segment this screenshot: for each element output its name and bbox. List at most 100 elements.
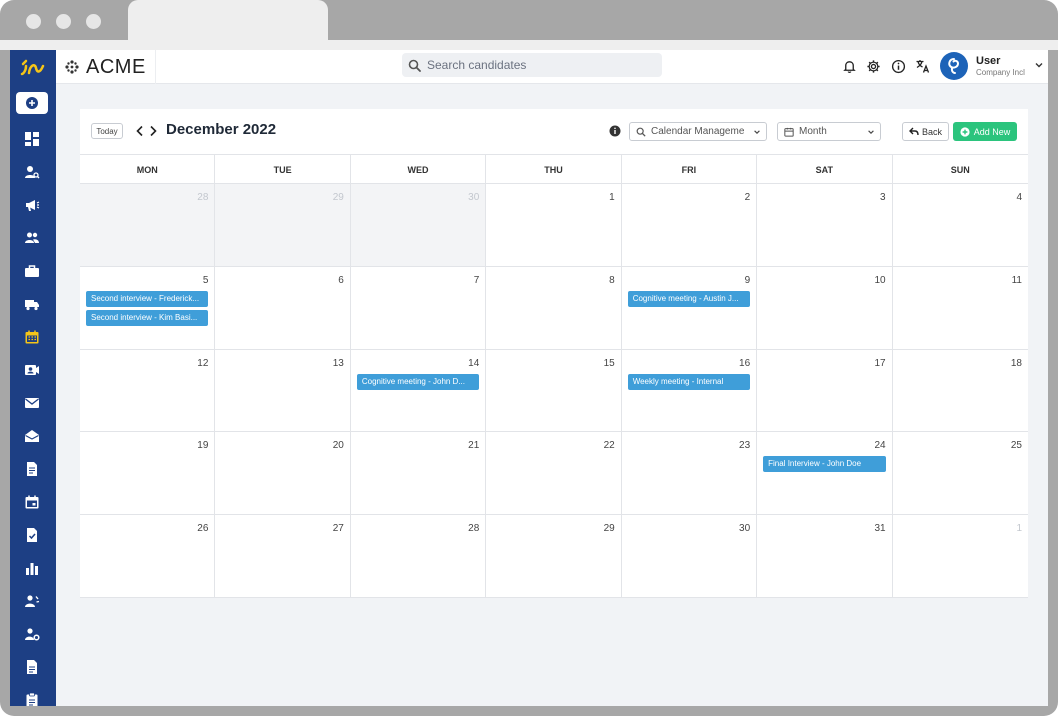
day-cell[interactable]: 12 (80, 349, 216, 433)
sidebar-item-team[interactable] (23, 592, 41, 610)
day-cell[interactable]: 25 (892, 432, 1028, 516)
settings-button[interactable] (864, 57, 882, 75)
notification-button[interactable] (840, 57, 858, 75)
sidebar-item-file[interactable] (23, 658, 41, 676)
today-button[interactable]: Today (91, 123, 123, 139)
weekday-sat: SAT (757, 155, 893, 184)
day-cell[interactable]: 5 Second interview - Frederick... Second i… (80, 266, 216, 350)
brand-logo-icon (65, 60, 79, 74)
help-button[interactable] (889, 57, 907, 75)
sidebar-item-mail[interactable] (23, 394, 41, 412)
day-cell[interactable]: 3 (757, 184, 893, 267)
day-cell[interactable]: 8 (486, 266, 622, 350)
back-button[interactable]: Back (902, 122, 949, 141)
brand-name: ACME (86, 55, 146, 78)
day-cell[interactable]: 1 (486, 184, 622, 267)
day-cell[interactable]: 6 (215, 266, 351, 350)
calendar-event[interactable]: Second interview - Frederick... (86, 290, 209, 307)
day-cell[interactable]: 16 Weekly meeting - Internal (621, 349, 758, 433)
calendar-select[interactable]: Calendar Manageme (629, 122, 767, 141)
day-cell[interactable]: 30 (350, 184, 487, 267)
weekday-sun: SUN (950, 164, 970, 175)
sidebar-item-clipboard[interactable] (23, 691, 41, 706)
sidebar-item-briefcase[interactable] (23, 262, 41, 280)
sidebar-item-campaign[interactable] (23, 196, 41, 214)
sidebar-item-checklist[interactable] (23, 526, 41, 544)
day-cell[interactable]: 29 (215, 184, 351, 267)
day-cell[interactable]: 14 Cognitive meeting - John D... (350, 349, 487, 433)
day-cell[interactable]: 9 Cognitive meeting - Austin J... (621, 266, 758, 350)
sidebar-item-open-mail[interactable] (23, 427, 41, 445)
search-icon (408, 59, 421, 72)
calendar-event[interactable]: Cognitive meeting - Austin J... (627, 290, 751, 307)
briefcase-icon (25, 265, 39, 277)
window-close-dot[interactable] (26, 14, 41, 29)
day-cell[interactable]: 24 Final Interview - John Doe (757, 432, 893, 516)
user-company: Company Incl (976, 68, 1025, 77)
user-settings-icon (25, 628, 40, 641)
sidebar-item-dashboard[interactable] (23, 130, 41, 148)
window-maximize-dot[interactable] (86, 14, 101, 29)
day-cell[interactable]: 7 (350, 266, 487, 350)
day-cell[interactable]: 13 (215, 349, 351, 433)
day-cell[interactable]: 19 (80, 432, 216, 516)
day-cell[interactable]: 23 (621, 432, 758, 516)
search-icon (636, 127, 646, 137)
view-select[interactable]: Month (777, 122, 881, 141)
day-number: 9 (744, 274, 751, 286)
sidebar-item-calendar[interactable] (23, 328, 41, 346)
day-cell[interactable]: 28 (80, 184, 216, 267)
calendar-event[interactable]: Cognitive meeting - John D... (356, 373, 480, 390)
avatar[interactable] (940, 52, 968, 80)
day-number: 1 (1016, 523, 1022, 535)
day-cell[interactable]: 22 (486, 432, 622, 516)
day-cell[interactable]: 18 (892, 350, 1028, 433)
sidebar-item-candidate-search[interactable] (23, 163, 41, 181)
day-cell[interactable]: 29 (486, 515, 622, 598)
day-cell[interactable]: 21 (350, 432, 487, 516)
sidebar-item-chart[interactable] (23, 559, 41, 577)
window-minimize-dot[interactable] (56, 14, 71, 29)
sidebar-item-contact-card[interactable] (23, 361, 41, 379)
search-input[interactable] (427, 58, 647, 72)
day-cell[interactable]: 1 (892, 515, 1028, 598)
user-name[interactable]: User (976, 55, 1000, 67)
day-number: 25 (1010, 440, 1022, 452)
search-box[interactable] (402, 53, 662, 77)
day-cell[interactable]: 11 (892, 267, 1028, 350)
day-cell[interactable]: 15 (486, 349, 622, 433)
sidebar-item-people[interactable] (23, 229, 41, 247)
sidebar-item-user-settings[interactable] (23, 625, 41, 643)
day-cell[interactable]: 26 (80, 515, 216, 598)
day-cell[interactable]: 27 (215, 515, 351, 598)
day-number: 16 (739, 357, 751, 369)
sidebar-item-event[interactable] (23, 493, 41, 511)
sidebar-item-document[interactable] (23, 460, 41, 478)
people-icon (25, 232, 39, 243)
chevron-down-icon[interactable] (1034, 60, 1044, 70)
day-cell[interactable]: 28 (350, 515, 487, 598)
back-button-label: Back (921, 126, 942, 137)
calendar-event[interactable]: Weekly meeting - Internal (627, 373, 751, 390)
day-cell[interactable]: 20 (215, 432, 351, 516)
browser-tab[interactable] (128, 0, 328, 42)
day-cell[interactable]: 30 (621, 515, 758, 598)
calendar-event[interactable]: Final Interview - John Doe (763, 456, 886, 473)
day-cell[interactable]: 4 (892, 184, 1028, 267)
prev-month-button[interactable] (133, 123, 147, 139)
next-month-button[interactable] (146, 123, 160, 139)
add-new-button[interactable]: Add New (953, 122, 1017, 141)
day-events: Final Interview - John Doe (763, 456, 886, 473)
day-cell[interactable]: 2 (621, 184, 758, 267)
day-cell[interactable]: 10 (757, 266, 893, 350)
add-button[interactable] (16, 92, 48, 114)
calendar-event[interactable]: Second interview - Kim Basi... (86, 309, 209, 326)
day-number: 30 (739, 523, 751, 535)
sidebar-item-truck[interactable] (23, 295, 41, 313)
day-cell[interactable]: 17 (757, 349, 893, 433)
language-button[interactable] (914, 57, 932, 75)
info-icon[interactable] (609, 125, 621, 137)
app-logo[interactable] (10, 50, 56, 84)
brand[interactable]: ACME (56, 50, 156, 84)
day-cell[interactable]: 31 (757, 515, 893, 598)
